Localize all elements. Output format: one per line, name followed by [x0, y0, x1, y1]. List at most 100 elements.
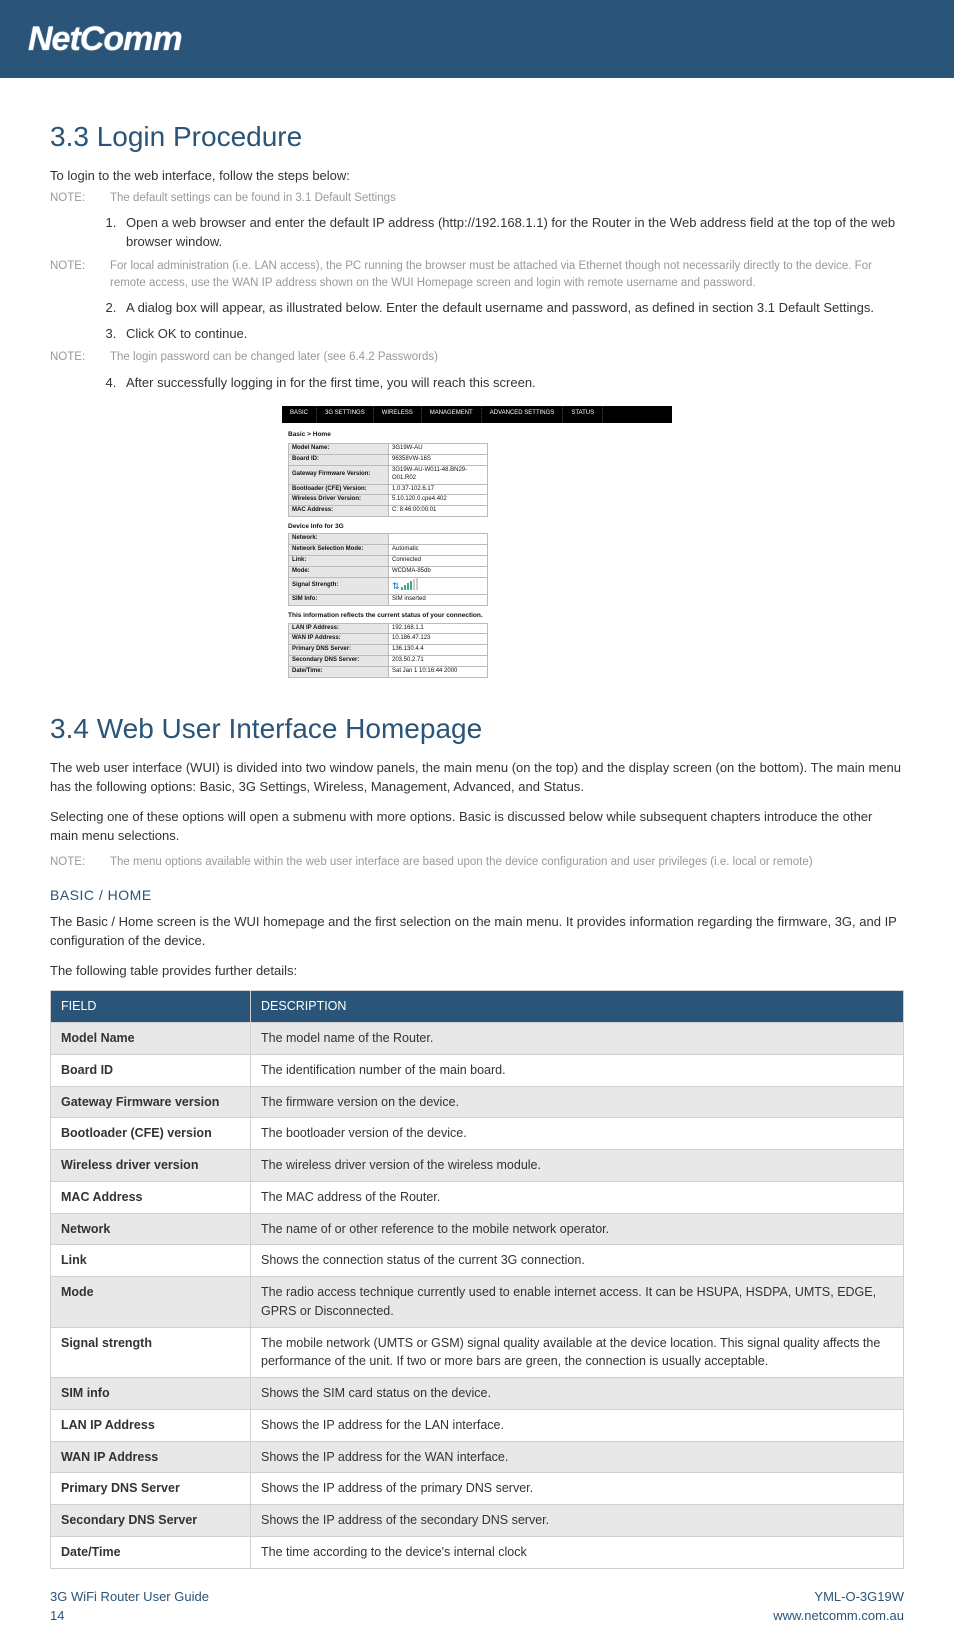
- note-label: NOTE:: [50, 258, 110, 293]
- wui-tab: BASIC: [282, 406, 317, 423]
- table-row: Secondary DNS ServerShows the IP address…: [51, 1505, 904, 1537]
- table-row: Date/TimeThe time according to the devic…: [51, 1536, 904, 1568]
- info-value: 96358VW-16S: [389, 455, 488, 466]
- note-text: The default settings can be found in 3.1…: [110, 190, 904, 207]
- table-row: Board IDThe identification number of the…: [51, 1054, 904, 1086]
- field-name: Mode: [51, 1277, 251, 1328]
- field-name: Network: [51, 1213, 251, 1245]
- note-2: NOTE: For local administration (i.e. LAN…: [50, 258, 904, 293]
- field-name: Signal strength: [51, 1327, 251, 1378]
- header-banner: NetComm: [0, 0, 954, 78]
- wui-tabs: BASIC3G SETTINGSWIRELESSMANAGEMENTADVANC…: [282, 406, 672, 423]
- table-intro: The following table provides further det…: [50, 961, 904, 981]
- table-row: ModeThe radio access technique currently…: [51, 1277, 904, 1328]
- table-row: Signal strengthThe mobile network (UMTS …: [51, 1327, 904, 1378]
- table-row: WAN IP AddressShows the IP address for t…: [51, 1441, 904, 1473]
- wui-tab: MANAGEMENT: [422, 406, 482, 423]
- note-text: The menu options available within the we…: [110, 854, 904, 871]
- info-key: Primary DNS Server:: [289, 645, 389, 656]
- connection-status-text: This information reflects the current st…: [288, 612, 666, 620]
- step-3: Click OK to continue.: [120, 324, 904, 344]
- field-description: Shows the IP address of the primary DNS …: [251, 1473, 904, 1505]
- field-description: The model name of the Router.: [251, 1023, 904, 1055]
- field-description: The bootloader version of the device.: [251, 1118, 904, 1150]
- login-intro: To login to the web interface, follow th…: [50, 166, 904, 186]
- wui-para1: The web user interface (WUI) is divided …: [50, 758, 904, 797]
- field-name: Wireless driver version: [51, 1150, 251, 1182]
- field-name: SIM info: [51, 1378, 251, 1410]
- field-description: The name of or other reference to the mo…: [251, 1213, 904, 1245]
- info-value: Connected: [389, 556, 488, 567]
- info-value: SIM inserted: [389, 595, 488, 606]
- table-row: SIM infoShows the SIM card status on the…: [51, 1378, 904, 1410]
- info-value: ⇅: [389, 577, 488, 595]
- info-value: Sat Jan 1 10:16:44 2000: [389, 666, 488, 677]
- wui-shot: BASIC3G SETTINGSWIRELESSMANAGEMENTADVANC…: [282, 406, 672, 690]
- field-description: Shows the IP address for the LAN interfa…: [251, 1409, 904, 1441]
- info-key: Wireless Driver Version:: [289, 495, 389, 506]
- table-row: LinkShows the connection status of the c…: [51, 1245, 904, 1277]
- table-row: Primary DNS ServerShows the IP address o…: [51, 1473, 904, 1505]
- info-key: Date/Time:: [289, 666, 389, 677]
- field-name: Link: [51, 1245, 251, 1277]
- footer-guide-title: 3G WiFi Router User Guide: [50, 1587, 209, 1607]
- field-name: WAN IP Address: [51, 1441, 251, 1473]
- field-description: The mobile network (UMTS or GSM) signal …: [251, 1327, 904, 1378]
- step-4: After successfully logging in for the fi…: [120, 373, 904, 393]
- wui-body: Basic > Home Model Name:3G19W-AUBoard ID…: [282, 423, 672, 690]
- th-description: DESCRIPTION: [251, 991, 904, 1023]
- info-value: 192.168.1.1: [389, 623, 488, 634]
- th-field: FIELD: [51, 991, 251, 1023]
- device-info-heading: Device Info for 3G: [288, 523, 666, 531]
- info-value: 1.0.37-102.6.17: [389, 484, 488, 495]
- field-name: Secondary DNS Server: [51, 1505, 251, 1537]
- note-text: The login password can be changed later …: [110, 349, 904, 366]
- note-text: For local administration (i.e. LAN acces…: [110, 258, 904, 293]
- steps-list-c: After successfully logging in for the fi…: [90, 373, 904, 393]
- footer-url: www.netcomm.com.au: [773, 1606, 904, 1626]
- step-1: Open a web browser and enter the default…: [120, 213, 904, 252]
- note-label: NOTE:: [50, 854, 110, 871]
- field-name: Gateway Firmware version: [51, 1086, 251, 1118]
- wui-tab: ADVANCED SETTINGS: [482, 406, 564, 423]
- info-block-1: Model Name:3G19W-AUBoard ID:96358VW-16SG…: [288, 443, 488, 517]
- footer-left: 3G WiFi Router User Guide 14: [50, 1587, 209, 1626]
- steps-list-a: Open a web browser and enter the default…: [90, 213, 904, 252]
- info-value: [389, 534, 488, 545]
- wui-tab: 3G SETTINGS: [317, 406, 374, 423]
- info-key: Signal Strength:: [289, 577, 389, 595]
- info-value: WCDMA-85db: [389, 566, 488, 577]
- info-key: Mode:: [289, 566, 389, 577]
- field-description: Shows the SIM card status on the device.: [251, 1378, 904, 1410]
- info-block-2: Network:Network Selection Mode:Automatic…: [288, 533, 488, 606]
- login-heading: 3.3 Login Procedure: [50, 116, 904, 158]
- field-name: LAN IP Address: [51, 1409, 251, 1441]
- wui-para2: Selecting one of these options will open…: [50, 807, 904, 846]
- field-description: Shows the connection status of the curre…: [251, 1245, 904, 1277]
- table-row: Gateway Firmware versionThe firmware ver…: [51, 1086, 904, 1118]
- footer-right: YML-O-3G19W www.netcomm.com.au: [773, 1587, 904, 1626]
- brand-logo: NetComm: [28, 14, 182, 65]
- breadcrumb: Basic > Home: [288, 431, 666, 439]
- wui-screenshot: BASIC3G SETTINGSWIRELESSMANAGEMENTADVANC…: [50, 406, 904, 690]
- field-name: Bootloader (CFE) version: [51, 1118, 251, 1150]
- field-description: The wireless driver version of the wirel…: [251, 1150, 904, 1182]
- info-key: Bootloader (CFE) Version:: [289, 484, 389, 495]
- field-description: Shows the IP address of the secondary DN…: [251, 1505, 904, 1537]
- info-key: Board ID:: [289, 455, 389, 466]
- field-name: Model Name: [51, 1023, 251, 1055]
- field-name: Primary DNS Server: [51, 1473, 251, 1505]
- basic-home-para: The Basic / Home screen is the WUI homep…: [50, 912, 904, 951]
- info-key: WAN IP Address:: [289, 634, 389, 645]
- field-description: The MAC address of the Router.: [251, 1181, 904, 1213]
- basic-home-heading: BASIC / HOME: [50, 885, 904, 906]
- table-row: MAC AddressThe MAC address of the Router…: [51, 1181, 904, 1213]
- info-key: Model Name:: [289, 444, 389, 455]
- field-description: The identification number of the main bo…: [251, 1054, 904, 1086]
- info-block-3: LAN IP Address:192.168.1.1WAN IP Address…: [288, 623, 488, 678]
- page-footer: 3G WiFi Router User Guide 14 YML-O-3G19W…: [0, 1581, 954, 1644]
- info-value: 10.186.47.123: [389, 634, 488, 645]
- info-key: Link:: [289, 556, 389, 567]
- info-value: C: 8:46:00:00:01: [389, 506, 488, 517]
- wui-heading: 3.4 Web User Interface Homepage: [50, 708, 904, 750]
